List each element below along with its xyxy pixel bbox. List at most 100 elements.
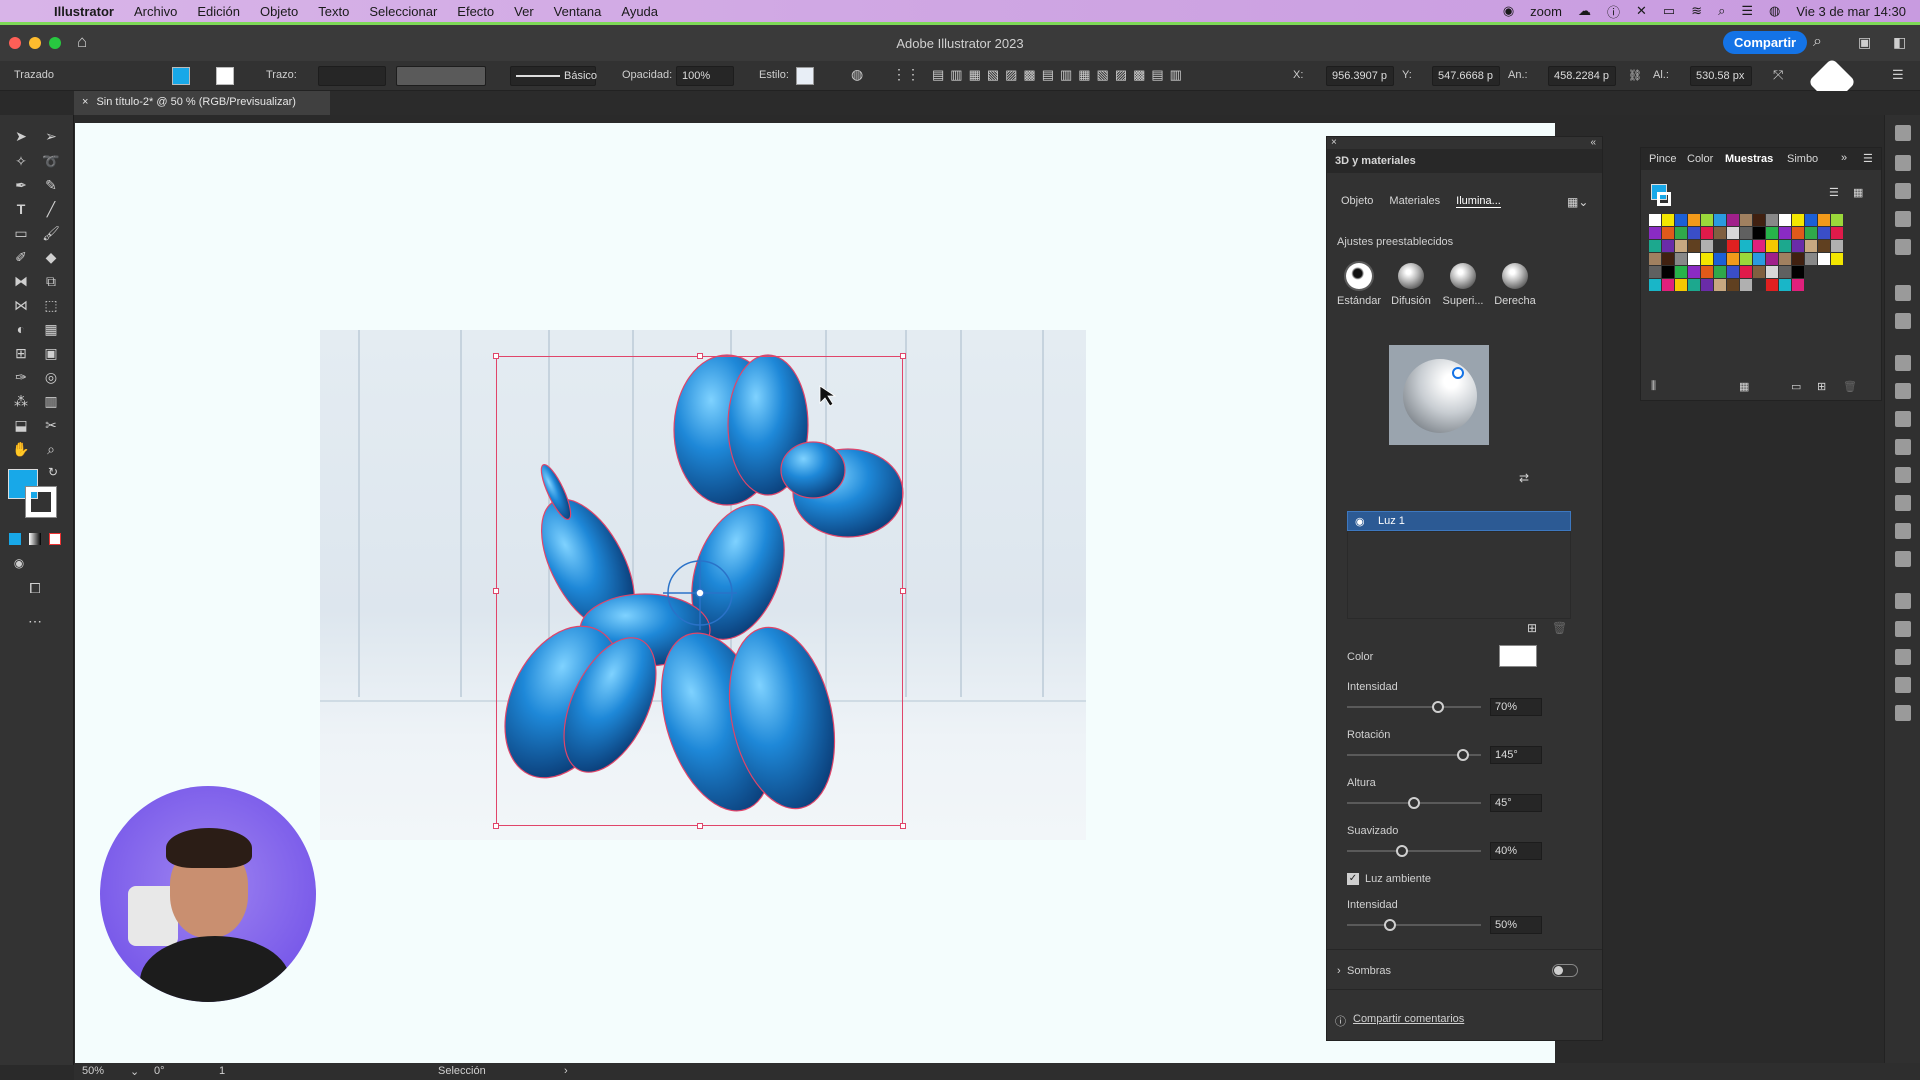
color-swatch[interactable] <box>1831 253 1843 265</box>
color-swatch[interactable] <box>1662 253 1674 265</box>
rotation-field[interactable]: 145° <box>1490 746 1542 764</box>
rotation-view-field[interactable]: 0° <box>154 1065 165 1077</box>
swatches-icon[interactable] <box>1895 211 1911 227</box>
preset-derecha[interactable]: Derecha <box>1493 263 1537 307</box>
color-swatch[interactable] <box>1740 227 1752 239</box>
color-swatch[interactable] <box>1675 253 1687 265</box>
resize-handle[interactable] <box>697 353 703 359</box>
tab-simbolos[interactable]: Simbo <box>1787 153 1818 165</box>
resize-handle[interactable] <box>900 353 906 359</box>
color-swatch[interactable] <box>1662 227 1674 239</box>
color-swatch[interactable] <box>1649 266 1661 278</box>
color-swatch[interactable] <box>1727 253 1739 265</box>
color-swatch[interactable] <box>1740 266 1752 278</box>
color-swatch[interactable] <box>1662 266 1674 278</box>
color-swatch[interactable] <box>1779 266 1791 278</box>
color-swatch[interactable] <box>1740 279 1752 291</box>
resize-handle[interactable] <box>493 588 499 594</box>
color-swatch[interactable] <box>1649 279 1661 291</box>
color-swatch[interactable] <box>1688 227 1700 239</box>
status-menu-icon[interactable]: › <box>564 1065 568 1077</box>
appearance-icon[interactable] <box>1895 313 1911 329</box>
swatch-libraries-icon[interactable]: ⫼ <box>1651 380 1656 393</box>
color-swatch[interactable] <box>1792 227 1804 239</box>
comments-icon[interactable] <box>1895 705 1911 721</box>
color-swatch[interactable] <box>1740 240 1752 252</box>
softness-slider[interactable] <box>1347 845 1481 857</box>
panel-expand-icon[interactable]: » <box>1841 152 1847 164</box>
color-swatch[interactable] <box>1792 214 1804 226</box>
color-swatch[interactable] <box>1727 227 1739 239</box>
height-slider-knob[interactable] <box>1408 797 1420 809</box>
color-swatch[interactable] <box>1688 240 1700 252</box>
show-swatch-kinds-icon[interactable]: ▦ <box>1739 380 1749 393</box>
active-stroke-swatch[interactable] <box>1657 192 1671 206</box>
tab-objeto[interactable]: Objeto <box>1341 195 1373 208</box>
color-icon[interactable] <box>1895 183 1911 199</box>
color-swatch[interactable] <box>1779 253 1791 265</box>
color-swatch[interactable] <box>1662 214 1674 226</box>
ambient-intensity-field[interactable]: 50% <box>1490 916 1542 934</box>
softness-field[interactable]: 40% <box>1490 842 1542 860</box>
color-swatch[interactable] <box>1675 266 1687 278</box>
light-preview[interactable] <box>1389 345 1489 445</box>
properties-icon[interactable] <box>1895 125 1911 141</box>
zoom-level-field[interactable]: 50% <box>82 1065 104 1077</box>
shadows-label[interactable]: Sombras <box>1347 965 1391 977</box>
color-swatch[interactable] <box>1779 240 1791 252</box>
color-swatch[interactable] <box>1753 279 1765 291</box>
color-swatch[interactable] <box>1766 253 1778 265</box>
color-swatch[interactable] <box>1675 240 1687 252</box>
render-settings-icon[interactable]: ▦⌄ <box>1567 195 1588 209</box>
height-field[interactable]: 45° <box>1490 794 1542 812</box>
color-swatch[interactable] <box>1714 240 1726 252</box>
collapse-panel-icon[interactable]: « <box>1590 137 1596 148</box>
color-swatch[interactable] <box>1792 266 1804 278</box>
color-swatch[interactable] <box>1714 227 1726 239</box>
color-swatch[interactable] <box>1649 253 1661 265</box>
resize-handle[interactable] <box>493 823 499 829</box>
stroke-icon[interactable] <box>1895 285 1911 301</box>
light-list-item[interactable]: ◉ Luz 1 <box>1347 511 1571 531</box>
color-swatch[interactable] <box>1753 266 1765 278</box>
list-view-icon[interactable]: ☰ <box>1829 186 1839 199</box>
color-swatch[interactable] <box>1662 279 1674 291</box>
eye-icon[interactable]: ◉ <box>1355 515 1365 528</box>
paragraph-icon[interactable] <box>1895 495 1911 511</box>
preset-estandar[interactable]: Estándar <box>1337 263 1381 307</box>
current-tool-status[interactable]: Selección <box>438 1065 486 1077</box>
rotation-slider[interactable] <box>1347 749 1481 761</box>
tab-materiales[interactable]: Materiales <box>1389 195 1440 208</box>
color-swatch[interactable] <box>1701 227 1713 239</box>
color-swatch[interactable] <box>1766 240 1778 252</box>
color-swatch[interactable] <box>1740 253 1752 265</box>
color-swatch[interactable] <box>1649 214 1661 226</box>
color-swatch[interactable] <box>1727 214 1739 226</box>
asset-export-icon[interactable] <box>1895 551 1911 567</box>
tab-color[interactable]: Color <box>1687 153 1713 165</box>
artboard-number-field[interactable]: 1 <box>219 1065 225 1077</box>
color-swatch[interactable] <box>1779 214 1791 226</box>
resize-handle[interactable] <box>900 823 906 829</box>
color-swatch[interactable] <box>1805 253 1817 265</box>
chevron-right-icon[interactable]: › <box>1337 965 1341 977</box>
tab-pinceles[interactable]: Pince <box>1649 153 1677 165</box>
3d-materials-icon[interactable] <box>1895 355 1911 371</box>
color-swatch[interactable] <box>1740 214 1752 226</box>
zoom-dropdown-icon[interactable]: ⌄ <box>130 1065 139 1078</box>
ambient-intensity-slider-knob[interactable] <box>1383 919 1396 931</box>
color-swatch[interactable] <box>1714 279 1726 291</box>
color-swatch[interactable] <box>1688 253 1700 265</box>
color-swatch[interactable] <box>1766 279 1778 291</box>
color-swatch[interactable] <box>1701 240 1713 252</box>
color-swatch[interactable] <box>1766 266 1778 278</box>
grid-view-icon[interactable]: ▦ <box>1853 186 1863 199</box>
softness-slider-knob[interactable] <box>1395 845 1408 857</box>
color-swatch[interactable] <box>1753 240 1765 252</box>
panel-title[interactable]: 3D y materiales <box>1327 149 1602 173</box>
libraries-icon[interactable] <box>1895 677 1911 693</box>
height-slider[interactable] <box>1347 797 1481 809</box>
color-swatch[interactable] <box>1714 266 1726 278</box>
share-feedback-link[interactable]: Compartir comentarios <box>1353 1013 1464 1025</box>
gradient-icon[interactable] <box>1895 467 1911 483</box>
